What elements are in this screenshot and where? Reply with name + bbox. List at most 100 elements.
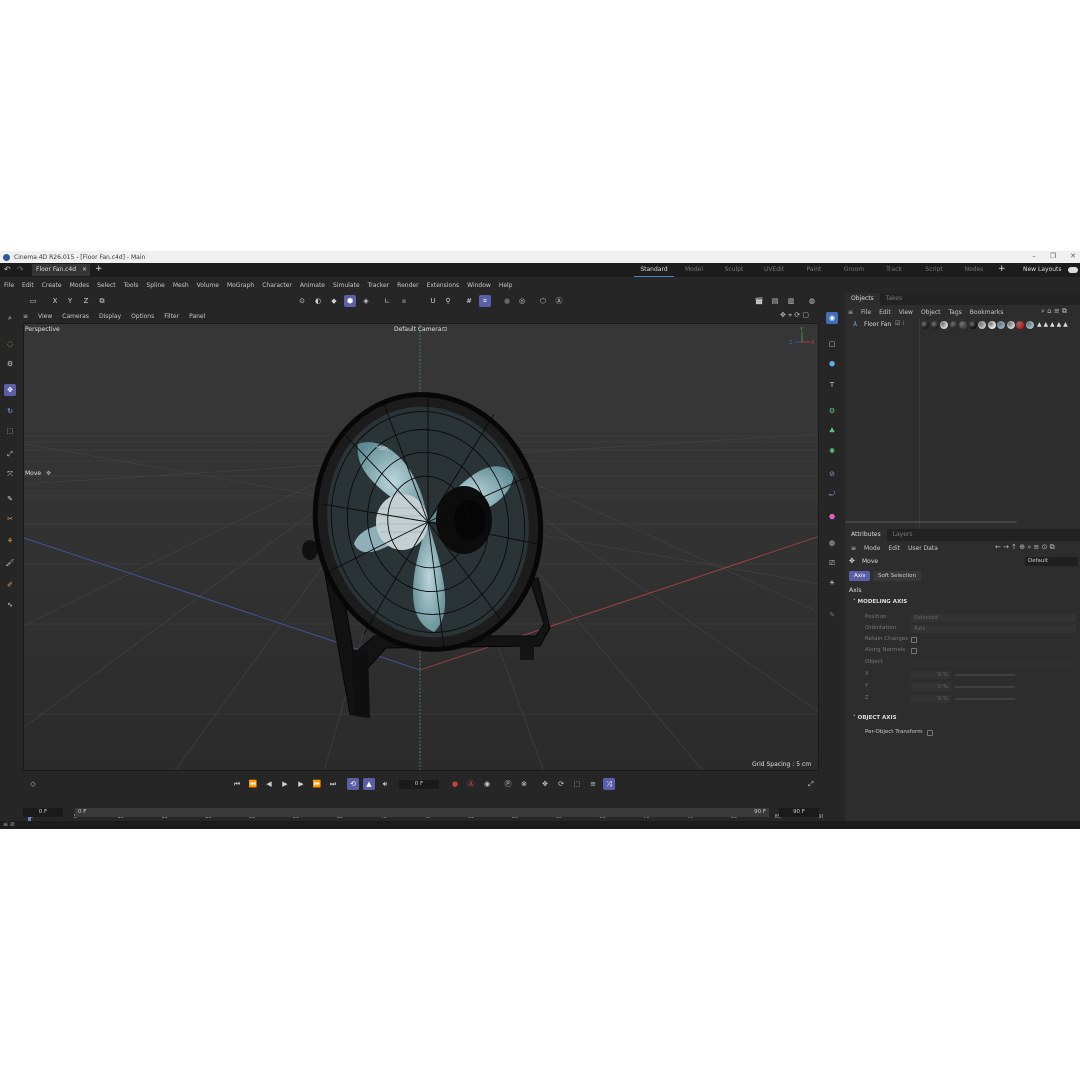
range-start-field[interactable]: 0 F (23, 808, 63, 817)
material-tag-icon[interactable] (968, 321, 977, 329)
objects-menu-bookmarks[interactable]: Bookmarks (970, 309, 1004, 316)
material-tag-icon[interactable] (987, 321, 996, 329)
maximize-icon[interactable]: ❐ (1050, 252, 1056, 260)
material-tag-icon[interactable] (978, 321, 986, 329)
edges-mode-icon[interactable]: ◐ (312, 295, 324, 307)
objects-menu-tags[interactable]: Tags (949, 309, 962, 316)
axis-tool-icon[interactable]: ⤧ (4, 468, 16, 480)
y-slider[interactable] (955, 686, 1015, 688)
volume-icon[interactable]: ⬣ (826, 511, 838, 523)
close-tab-icon[interactable]: × (82, 264, 87, 276)
key-pla-icon[interactable]: ⬚ (571, 778, 583, 790)
tweak-icon[interactable]: ⚲ (442, 295, 454, 307)
layout-tab-track[interactable]: Track (874, 263, 914, 277)
weld-icon[interactable]: ∿ (4, 599, 16, 611)
objects-hamburger-icon[interactable]: ≡ (848, 309, 853, 316)
cube-icon[interactable]: ⬢ (826, 358, 838, 370)
menu-window[interactable]: Window (467, 282, 491, 289)
menu-spline[interactable]: Spline (146, 282, 164, 289)
menu-character[interactable]: Character (262, 282, 292, 289)
next-key-icon[interactable]: ⏩ (311, 778, 323, 790)
key-rotation-icon[interactable]: ✥ (539, 778, 551, 790)
menu-animate[interactable]: Animate (300, 282, 325, 289)
y-field[interactable]: 0 % (911, 683, 951, 691)
deformer-icon[interactable]: ⊘ (826, 468, 838, 480)
object-name[interactable]: Floor Fan (864, 321, 891, 328)
object-row-floor-fan[interactable]: ⅄ Floor Fan ☑ ⁞ ▲ ▲ ▲ ▲ ▲ (845, 320, 1080, 330)
material-icon[interactable]: ⬡ (537, 295, 549, 307)
tag-icon[interactable]: ✎ (826, 609, 838, 621)
menu-tracker[interactable]: Tracker (368, 282, 390, 289)
menu-mograph[interactable]: MoGraph (227, 282, 254, 289)
menu-tools[interactable]: Tools (124, 282, 139, 289)
knife-icon[interactable]: ✂ (4, 513, 16, 525)
view-icon[interactable]: ▭ (27, 295, 39, 307)
add-layout-icon[interactable]: + (998, 264, 1006, 274)
objects-menu-edit[interactable]: Edit (879, 309, 891, 316)
search-icon[interactable]: ⌕ (4, 312, 16, 324)
soft-selection-subtab[interactable]: Soft Selection (873, 571, 921, 581)
play-icon[interactable]: ▶ (279, 778, 291, 790)
keyframe-icon[interactable]: ◇ (27, 778, 39, 790)
material-tag-icon[interactable] (921, 321, 929, 329)
spline-rectangle-icon[interactable]: ▢ (826, 338, 838, 350)
record-active-icon[interactable]: ● (449, 778, 461, 790)
layout-tab-model[interactable]: Model (674, 263, 714, 277)
menu-create[interactable]: Create (42, 282, 62, 289)
3d-viewport[interactable]: ᴳSdɳ Y X Z Perspective Default Camera ⊡ … (23, 323, 819, 771)
viewport-hamburger-icon[interactable]: ≡ (23, 313, 28, 320)
viewport-menu-cameras[interactable]: Cameras (62, 313, 89, 320)
interpolation-icon[interactable]: ⤨ (603, 778, 615, 790)
layout-tab-uvedit[interactable]: UVEdit (754, 263, 794, 277)
camera-lock-icon[interactable]: ⊡ (442, 326, 447, 333)
menu-volume[interactable]: Volume (197, 282, 219, 289)
points-mode-icon[interactable]: ⊙ (296, 295, 308, 307)
scale-tool-icon[interactable]: ⬚ (4, 425, 16, 437)
autokey-icon[interactable]: Ⓐ (465, 778, 477, 790)
viewport-menu-filter[interactable]: Filter (164, 313, 179, 320)
previous-key-icon[interactable]: ⏪ (247, 778, 259, 790)
status-menu-icon[interactable]: ≡ ⊘ (3, 821, 15, 828)
render-view-icon[interactable]: 🎬︎ (753, 295, 765, 307)
x-axis-lock[interactable]: X (49, 295, 61, 307)
frame-rate-icon[interactable]: ▲ (363, 778, 375, 790)
attributes-nav-icons[interactable]: ← → ↑ ⊕ ⌕ ≡ ⊙ ⧉ (995, 543, 1055, 552)
layout-tab-groom[interactable]: Groom (834, 263, 874, 277)
texture-mode-icon[interactable]: ▪ (398, 295, 410, 307)
spline-pen-icon[interactable]: ✎ (4, 493, 16, 505)
layout-tab-paint[interactable]: Paint (794, 263, 834, 277)
rotate-tool-icon[interactable]: ↻ (4, 405, 16, 417)
document-tab[interactable]: Floor Fan.c4d × (32, 264, 90, 276)
grid-snap-icon[interactable]: ⌗ (479, 295, 491, 307)
menu-edit[interactable]: Edit (22, 282, 34, 289)
menu-modes[interactable]: Modes (70, 282, 89, 289)
modeling-axis-section[interactable]: ˅ MODELING AXIS (853, 599, 907, 605)
range-slider[interactable]: 0 F 90 F (75, 808, 769, 817)
snap-icon[interactable]: U (427, 295, 439, 307)
selection-tools-icon[interactable]: ⚙ (4, 358, 16, 370)
brush-icon[interactable]: 🖌︎ (4, 557, 16, 569)
uv-icon[interactable]: Ⓐ (553, 295, 565, 307)
orientation-dropdown[interactable]: Axis (911, 625, 1076, 633)
viewport-menu-options[interactable]: Options (131, 313, 154, 320)
attributes-menu-edit[interactable]: Edit (888, 545, 900, 552)
next-frame-icon[interactable]: ▶ (295, 778, 307, 790)
new-layouts-label[interactable]: New Layouts (1023, 266, 1062, 273)
workplane-icon[interactable]: # (463, 295, 475, 307)
add-tab-icon[interactable]: + (95, 264, 103, 274)
uv-mode-icon[interactable]: ◈ (360, 295, 372, 307)
render-picture-viewer-icon[interactable]: ▤ (769, 295, 781, 307)
go-to-start-icon[interactable]: ⏮ (231, 778, 243, 790)
material-tag-icon[interactable] (930, 321, 939, 329)
solo-hierarchy-icon[interactable]: ◎ (516, 295, 528, 307)
axis-subtab[interactable]: Axis (849, 571, 871, 581)
move-tool-icon[interactable]: ✥ (4, 384, 16, 396)
material-tag-icon[interactable] (1025, 321, 1034, 329)
paint-icon[interactable]: ✐ (4, 579, 16, 591)
material-tag-icon[interactable] (959, 321, 967, 329)
close-window-icon[interactable]: ✕ (1070, 252, 1076, 260)
menu-simulate[interactable]: Simulate (333, 282, 360, 289)
menu-help[interactable]: Help (499, 282, 513, 289)
material-tag-icon[interactable] (997, 321, 1005, 329)
position-dropdown[interactable]: Selected (911, 614, 1076, 622)
